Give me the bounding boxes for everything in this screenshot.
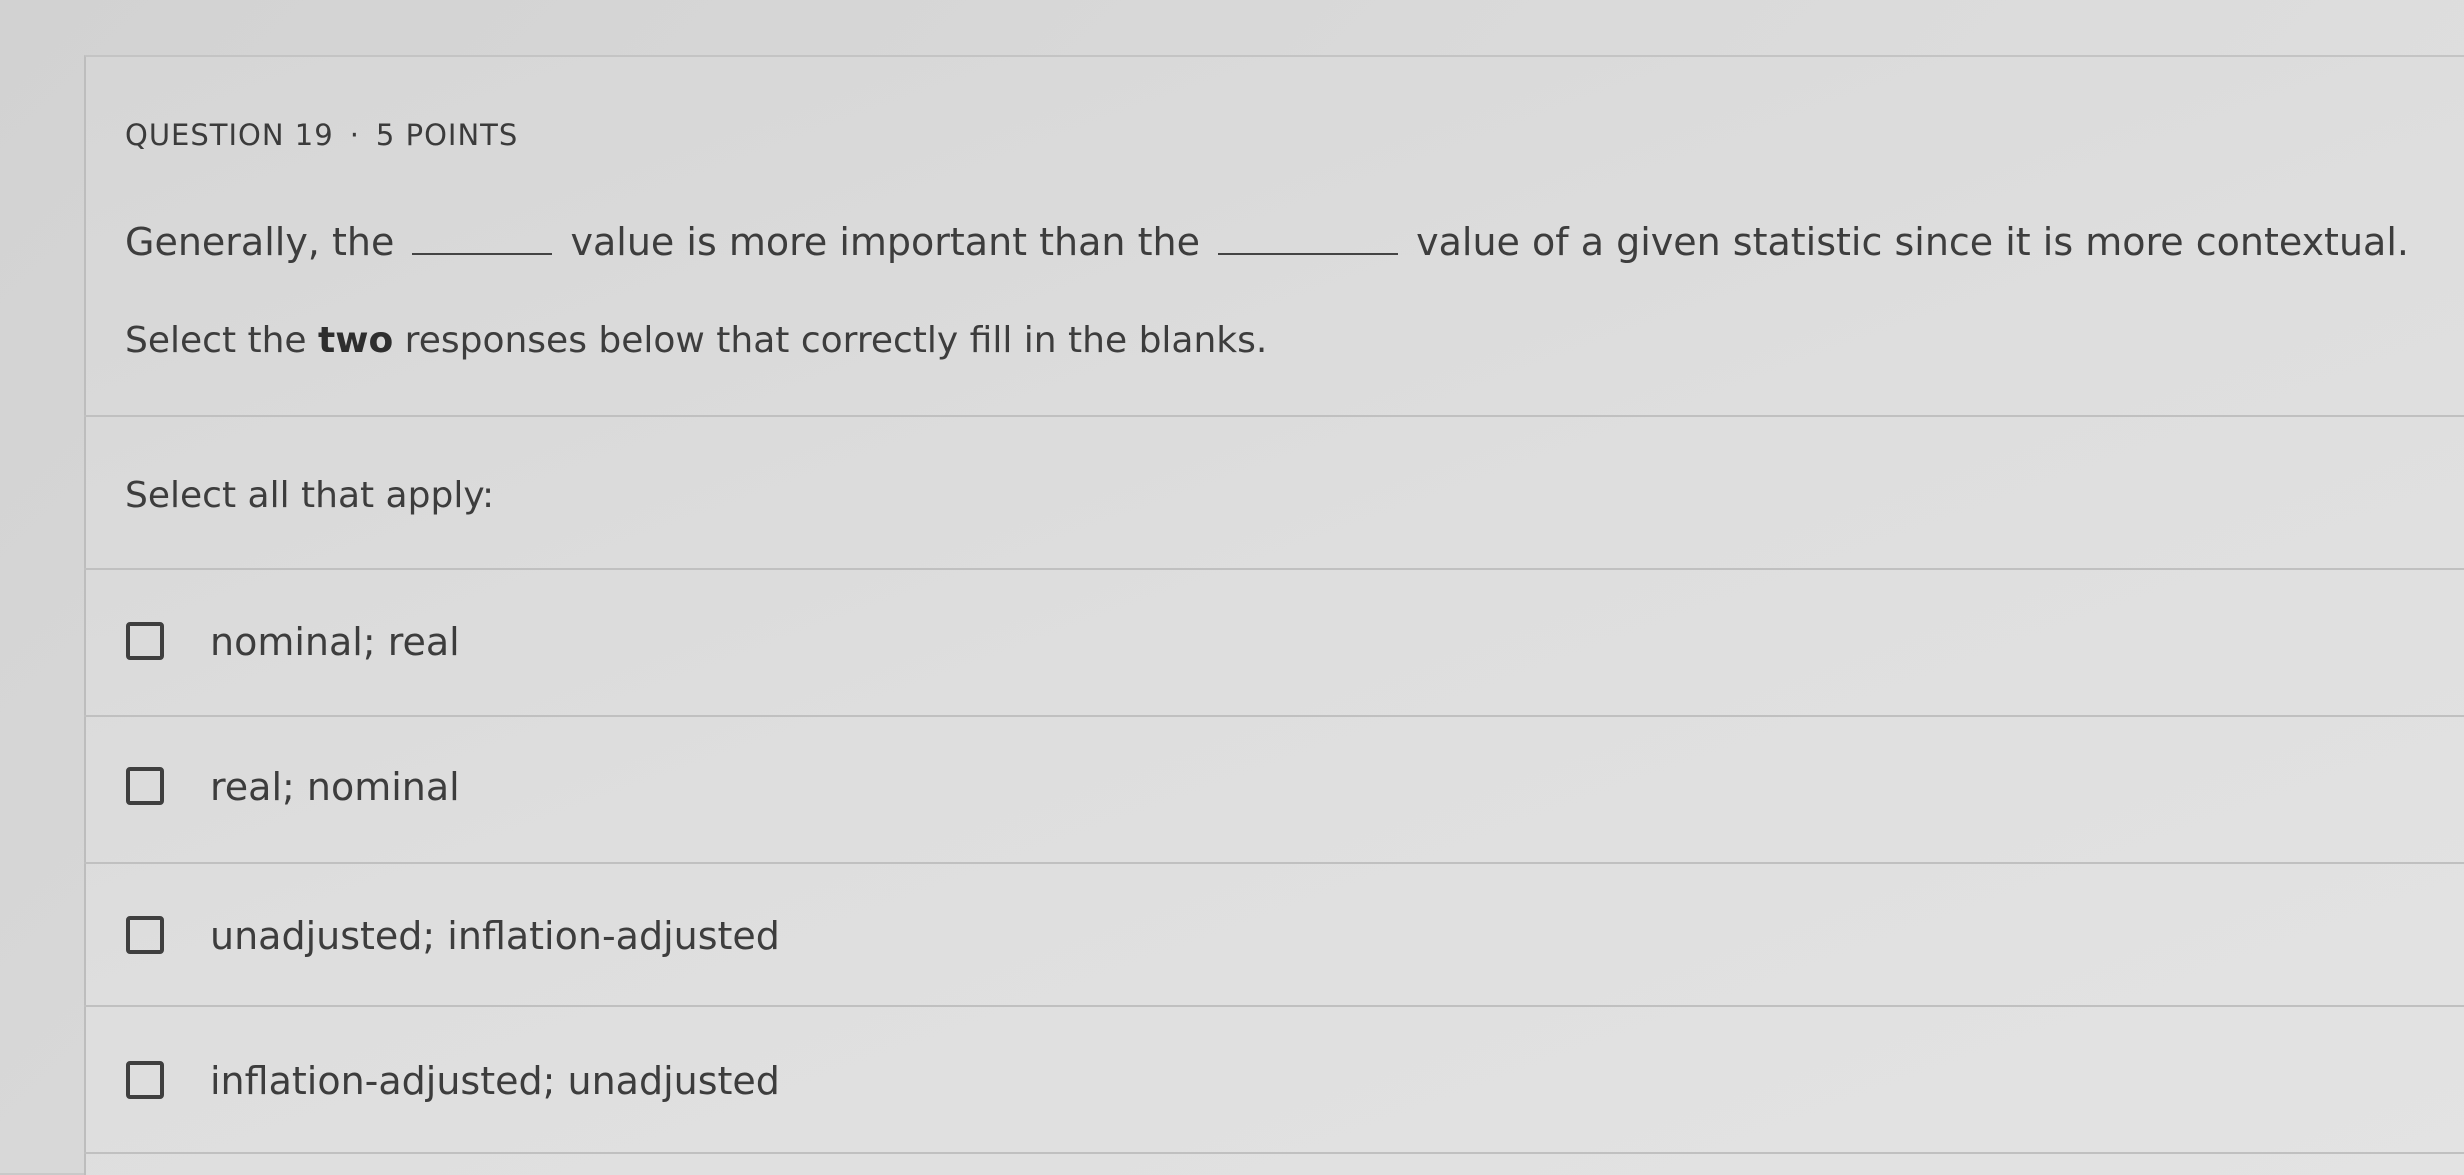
instruction-suffix: responses below that correctly fill in t… [393, 320, 1268, 361]
answer-option-inflation-adjusted-unadjusted[interactable]: inflation-adjusted; unadjusted [84, 1007, 2464, 1149]
blank-1 [412, 223, 553, 255]
question-instruction: Select the two responses below that corr… [125, 320, 1267, 361]
question-points: 5 POINTS [375, 118, 519, 152]
option-label: unadjusted; inflation-adjusted [210, 914, 780, 958]
page-background: QUESTION 19 · 5 POINTS Generally, the valu… [0, 0, 2464, 1175]
header-separator: · [349, 118, 360, 152]
option-label: nominal; real [210, 620, 460, 664]
instruction-prefix: Select the [125, 320, 319, 361]
prompt-part-3: value of a given statistic since it is m… [1416, 220, 2409, 264]
checkbox[interactable] [126, 916, 164, 954]
prompt-part-2: value is more important than the [570, 220, 1200, 264]
checkbox[interactable] [126, 622, 164, 660]
answer-option-real-nominal[interactable]: real; nominal [84, 717, 2464, 859]
checkbox[interactable] [126, 767, 164, 805]
question-prompt: Generally, the value is more important t… [125, 220, 2409, 264]
question-number: QUESTION 19 [125, 118, 334, 152]
divider [84, 1152, 2464, 1154]
answer-option-nominal-real[interactable]: nominal; real [84, 570, 2464, 712]
blank-2 [1218, 223, 1399, 255]
checkbox[interactable] [126, 1061, 164, 1099]
instruction-emphasis: two [318, 320, 394, 361]
prompt-part-1: Generally, the [125, 220, 395, 264]
option-label: real; nominal [210, 765, 460, 809]
divider [84, 415, 2464, 417]
option-label: inflation-adjusted; unadjusted [210, 1059, 780, 1103]
question-header: QUESTION 19 · 5 POINTS [125, 118, 518, 152]
select-all-label: Select all that apply: [125, 475, 495, 516]
answer-option-unadjusted-inflation-adjusted[interactable]: unadjusted; inflation-adjusted [84, 864, 2464, 1006]
